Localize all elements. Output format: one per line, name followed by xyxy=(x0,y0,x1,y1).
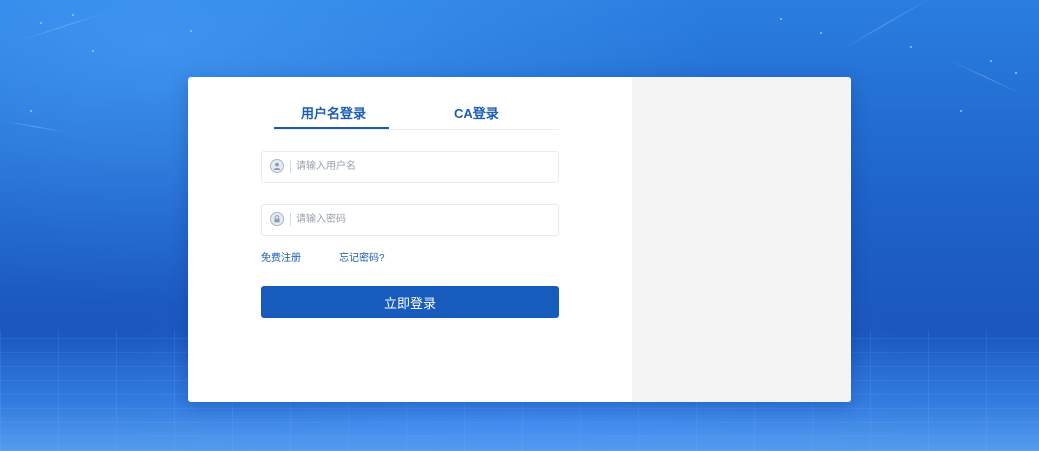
network-line xyxy=(949,60,1023,95)
lock-icon xyxy=(270,212,284,226)
field-divider xyxy=(290,160,291,173)
star-dot xyxy=(990,60,992,62)
password-field xyxy=(261,204,559,236)
forgot-password-link[interactable]: 忘记密码? xyxy=(339,249,385,264)
network-line xyxy=(839,0,936,51)
star-dot xyxy=(780,18,782,20)
star-dot xyxy=(960,110,962,112)
field-divider xyxy=(290,213,291,226)
active-tab-indicator xyxy=(274,127,389,129)
star-dot xyxy=(910,46,912,48)
tab-ca-login[interactable]: CA登录 xyxy=(454,103,499,122)
network-line xyxy=(0,120,70,134)
register-link[interactable]: 免费注册 xyxy=(261,249,301,264)
network-line xyxy=(19,12,106,41)
star-dot xyxy=(72,14,74,16)
star-dot xyxy=(92,50,94,52)
star-dot xyxy=(40,22,42,24)
login-card: 用户名登录 CA登录 免费注册 忘记密码? 立即登录 xyxy=(188,77,851,402)
star-dot xyxy=(30,110,32,112)
star-dot xyxy=(190,30,192,32)
user-icon xyxy=(270,159,284,173)
password-input[interactable] xyxy=(296,205,546,233)
star-dot xyxy=(820,32,822,34)
login-button[interactable]: 立即登录 xyxy=(261,286,559,318)
side-panel xyxy=(632,77,851,402)
username-input[interactable] xyxy=(296,152,546,180)
tab-username-login[interactable]: 用户名登录 xyxy=(301,103,366,122)
star-dot xyxy=(1015,72,1017,74)
login-tabs: 用户名登录 CA登录 xyxy=(274,97,559,130)
username-field xyxy=(261,151,559,183)
